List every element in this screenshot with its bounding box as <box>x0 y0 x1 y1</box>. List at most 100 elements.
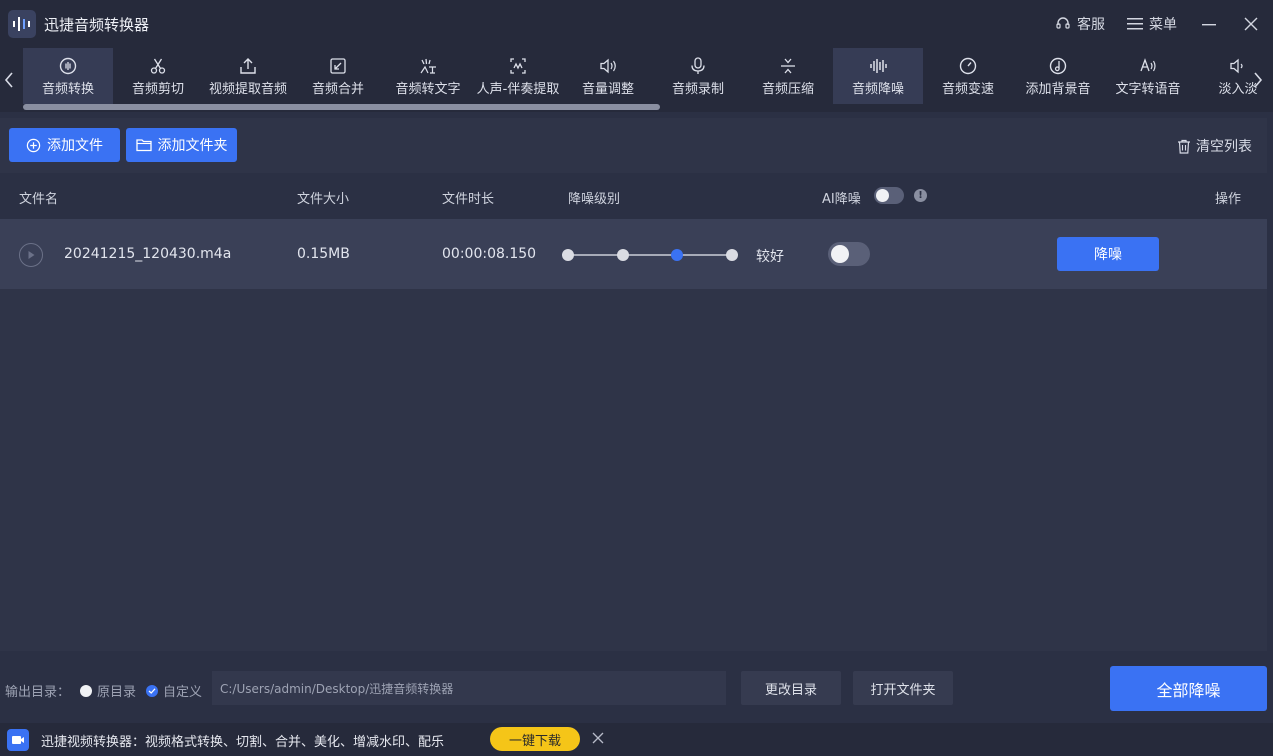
radio-checked-icon <box>146 684 158 697</box>
clear-list-button[interactable]: 清空列表 <box>1177 136 1252 156</box>
vocal-extract-icon <box>510 58 526 74</box>
tool-label: 添加背景音 <box>1025 82 1091 97</box>
video-converter-logo-icon <box>7 729 29 751</box>
slider-track <box>568 254 732 256</box>
tool-text-to-speech[interactable]: 文字转语音 <box>1103 48 1193 104</box>
add-file-button[interactable]: 添加文件 <box>9 128 120 162</box>
tool-label: 音频降噪 <box>851 82 904 97</box>
customer-service-label: 客服 <box>1077 17 1105 33</box>
minimize-button[interactable] <box>1199 14 1219 34</box>
clear-list-label: 清空列表 <box>1196 139 1252 155</box>
tool-upload[interactable]: 视频提取音频 <box>203 48 293 104</box>
title-bar: 迅捷音频转换器 客服 菜单 <box>0 0 1273 48</box>
add-folder-button[interactable]: 添加文件夹 <box>126 128 237 162</box>
app-title: 迅捷音频转换器 <box>44 15 150 34</box>
denoise-button[interactable]: 降噪 <box>1057 237 1159 271</box>
column-header-size: 文件大小 <box>297 192 350 207</box>
change-directory-button[interactable]: 更改目录 <box>741 671 841 705</box>
tool-speech-to-text[interactable]: 音频转文字 <box>383 48 473 104</box>
denoise-level-slider[interactable] <box>562 246 742 264</box>
open-folder-button[interactable]: 打开文件夹 <box>853 671 953 705</box>
denoise-all-label: 全部降噪 <box>1156 680 1221 700</box>
close-window-button[interactable] <box>1241 14 1261 34</box>
tool-label: 人声-伴奏提取 <box>476 82 560 97</box>
fade-icon <box>1230 58 1243 74</box>
promo-text: 迅捷视频转换器：视频格式转换、切割、合并、美化、增减水印、配乐 <box>41 735 445 750</box>
menu-label: 菜单 <box>1149 17 1177 33</box>
file-duration: 00:00:08.150 <box>442 246 537 262</box>
promo-banner: 迅捷视频转换器：视频格式转换、切割、合并、美化、增减水印、配乐 一键下载 <box>0 723 1273 756</box>
column-header-duration: 文件时长 <box>442 192 495 207</box>
add-folder-label: 添加文件夹 <box>157 138 228 154</box>
microphone-icon <box>691 57 705 74</box>
hamburger-menu-icon <box>1127 18 1143 30</box>
close-icon <box>1244 17 1258 31</box>
tool-volume[interactable]: 音量调整 <box>563 48 653 104</box>
tool-compress[interactable]: 音频压缩 <box>743 48 833 104</box>
column-header-name: 文件名 <box>19 192 59 207</box>
output-bar: 输出目录： 原目录 自定义 更改目录 打开文件夹 全部降噪 迅捷视频转换器：视频… <box>0 651 1273 756</box>
tool-vocal-extract[interactable]: 人声-伴奏提取 <box>473 48 563 104</box>
download-button[interactable]: 一键下载 <box>490 727 580 751</box>
trash-icon <box>1178 139 1190 154</box>
tool-label: 音频转换 <box>41 82 94 97</box>
change-directory-label: 更改目录 <box>764 682 817 698</box>
toolbar-scroll-left-button[interactable] <box>0 66 18 94</box>
tool-microphone[interactable]: 音频录制 <box>653 48 743 104</box>
ai-denoise-toggle[interactable] <box>828 242 870 266</box>
tool-audio-convert[interactable]: 音频转换 <box>23 48 113 104</box>
waveform-icon <box>870 59 887 73</box>
tool-merge[interactable]: 音频合并 <box>293 48 383 104</box>
plus-circle-icon <box>26 138 41 152</box>
slider-step-knob[interactable] <box>726 249 738 261</box>
play-icon <box>28 251 35 259</box>
close-icon <box>592 732 604 744</box>
download-button-label: 一键下载 <box>508 733 561 749</box>
output-path-input[interactable] <box>212 671 726 705</box>
table-row: 20241215_120430.m4a 0.15MB 00:00:08.150 … <box>0 219 1267 289</box>
customer-service-button[interactable]: 客服 <box>1055 14 1105 34</box>
audio-convert-icon <box>59 57 77 75</box>
tool-speed[interactable]: 音频变速 <box>923 48 1013 104</box>
headset-icon <box>1056 17 1070 29</box>
music-icon <box>1049 57 1067 75</box>
speed-icon <box>959 57 977 75</box>
slider-step-knob[interactable] <box>616 249 629 261</box>
table-header: 文件名 文件大小 文件时长 降噪级别 AI降噪 ! 操作 <box>0 173 1267 219</box>
tool-label: 音频压缩 <box>761 82 814 97</box>
tool-label: 视频提取音频 <box>208 82 287 97</box>
text-to-speech-icon <box>1140 58 1156 72</box>
slider-step-knob[interactable] <box>562 249 574 261</box>
merge-icon <box>330 58 346 74</box>
scissors-icon <box>150 58 166 74</box>
radio-custom-directory[interactable]: 自定义 <box>146 681 202 700</box>
compress-icon <box>781 58 795 74</box>
ai-denoise-all-toggle[interactable] <box>874 187 904 204</box>
menu-button[interactable]: 菜单 <box>1127 14 1177 34</box>
feature-toolbar: 音频转换 音频剪切 视频提取音频 音频合并 音频转文字 人声-伴奏提取 音量调整 音频录制 音频… <box>0 48 1273 112</box>
column-header-operations: 操作 <box>1215 192 1242 207</box>
folder-icon <box>135 139 152 152</box>
denoise-all-button[interactable]: 全部降噪 <box>1110 666 1267 711</box>
tool-waveform[interactable]: 音频降噪 <box>833 48 923 104</box>
file-panel: 添加文件 添加文件夹 清空列表 文件名 文件大小 文件时长 降噪级别 AI降噪 … <box>0 118 1267 651</box>
toolbar-scroll-right-button[interactable] <box>1249 66 1267 94</box>
play-button[interactable] <box>19 243 43 267</box>
info-icon[interactable]: ! <box>914 189 927 202</box>
promo-close-button[interactable] <box>591 731 605 745</box>
tool-music[interactable]: 添加背景音 <box>1013 48 1103 104</box>
file-name: 20241215_120430.m4a <box>64 246 232 262</box>
radio-custom-label: 自定义 <box>163 685 203 700</box>
radio-original-label: 原目录 <box>97 685 137 700</box>
column-header-ai-denoise: AI降噪 <box>822 192 861 207</box>
tool-label: 音频剪切 <box>131 82 184 97</box>
toolbar-scrollbar-thumb[interactable] <box>23 104 660 110</box>
chevron-right-icon <box>1254 72 1263 88</box>
app-logo-icon <box>8 10 36 38</box>
radio-original-directory[interactable]: 原目录 <box>80 681 136 700</box>
tool-scissors[interactable]: 音频剪切 <box>113 48 203 104</box>
slider-step-knob[interactable] <box>671 249 684 261</box>
minimize-icon <box>1202 24 1216 26</box>
denoise-level-label: 较好 <box>756 249 784 265</box>
add-file-label: 添加文件 <box>47 138 103 154</box>
